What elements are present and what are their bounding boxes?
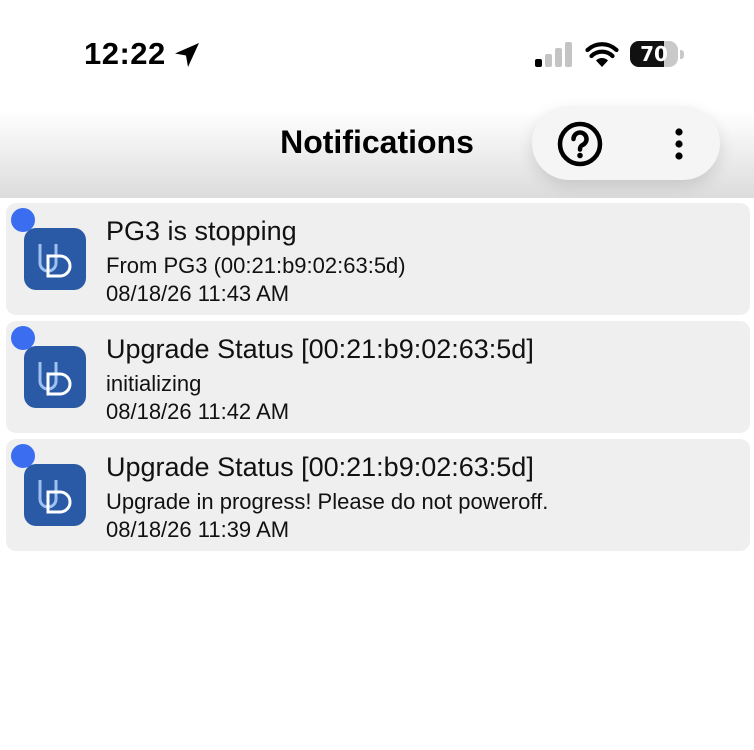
status-bar: 12:22 70 (0, 0, 754, 110)
notification-card[interactable]: PG3 is stopping From PG3 (00:21:b9:02:63… (6, 203, 750, 315)
header-bar: Notifications (0, 106, 754, 198)
notification-title: Upgrade Status [00:21:b9:02:63:5d] (106, 334, 534, 364)
status-time: 12:22 (84, 36, 166, 71)
notification-timestamp: 08/18/26 11:43 AM (106, 281, 290, 306)
notification-title: Upgrade Status [00:21:b9:02:63:5d] (106, 452, 534, 482)
notification-title: PG3 is stopping (106, 216, 297, 246)
battery-indicator: 70 (630, 41, 686, 69)
battery-level: 70 (640, 42, 668, 66)
more-vertical-icon[interactable] (664, 126, 694, 162)
ud-logo-icon (24, 228, 86, 290)
notification-body: From PG3 (00:21:b9:02:63:5d) (106, 253, 406, 278)
notification-body: initializing (106, 371, 202, 396)
notification-timestamp: 08/18/26 11:42 AM (106, 399, 290, 424)
cellular-signal-icon (535, 42, 572, 67)
wifi-icon (585, 42, 619, 67)
battery-nub (680, 50, 684, 59)
location-arrow-icon (175, 43, 199, 67)
help-circle-icon[interactable] (556, 120, 604, 168)
notification-body: Upgrade in progress! Please do not power… (106, 489, 549, 514)
notification-timestamp: 08/18/26 11:39 AM (106, 517, 290, 542)
ud-logo-icon (24, 464, 86, 526)
battery-body: 70 (630, 41, 678, 67)
notification-list: PG3 is stopping From PG3 (00:21:b9:02:63… (6, 203, 750, 557)
header-actions (532, 106, 720, 180)
notification-card[interactable]: Upgrade Status [00:21:b9:02:63:5d] Upgra… (6, 439, 750, 551)
notification-card[interactable]: Upgrade Status [00:21:b9:02:63:5d] initi… (6, 321, 750, 433)
ud-logo-icon (24, 346, 86, 408)
